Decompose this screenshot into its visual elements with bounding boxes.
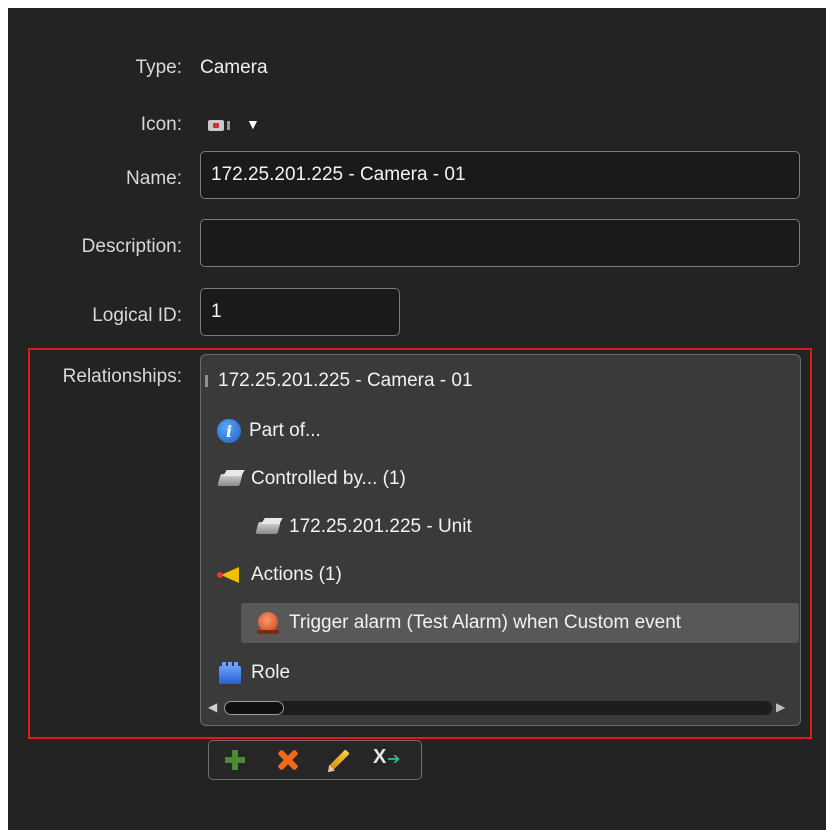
tree-item-role[interactable]: Role [217, 653, 290, 693]
delete-icon[interactable] [267, 745, 307, 775]
horizontal-scrollbar[interactable]: ◀ ▶ [208, 698, 792, 718]
camera-lens-icon [227, 121, 230, 130]
relationships-label: Relationships: [62, 366, 182, 387]
role-icon [217, 660, 243, 686]
info-icon: i [217, 419, 241, 443]
alarm-icon [255, 610, 281, 636]
properties-panel: Type: Camera Icon: ▼ Name: Description: … [8, 8, 826, 830]
scroll-track[interactable] [224, 701, 772, 715]
scroll-right-icon[interactable]: ▶ [776, 700, 785, 714]
relationships-toolbar: X ➔ [208, 740, 422, 780]
tree-item-trigger-alarm[interactable]: Trigger alarm (Test Alarm) when Custom e… [241, 603, 799, 643]
chevron-down-icon: ▼ [246, 116, 260, 132]
tree-item-controlled-by[interactable]: Controlled by... (1) [217, 459, 406, 499]
relationships-tree[interactable]: 172.25.201.225 - Camera - 01 i Part of..… [200, 354, 801, 726]
jump-to-icon[interactable]: X ➔ [369, 745, 409, 775]
icon-selector[interactable]: ▼ [208, 110, 268, 140]
tree-item-label: 172.25.201.225 - Camera - 01 [218, 370, 473, 391]
logical-id-label: Logical ID: [92, 305, 182, 326]
tree-item-label: Role [251, 662, 291, 683]
camera-icon [208, 120, 224, 131]
icon-label: Icon: [140, 114, 182, 135]
edit-icon[interactable] [319, 745, 359, 775]
name-field[interactable] [200, 151, 800, 199]
scroll-thumb[interactable] [224, 701, 284, 715]
tree-item-actions[interactable]: Actions (1) [217, 555, 342, 595]
tree-item-label: Actions (1) [251, 564, 342, 585]
unit-icon [255, 514, 281, 540]
tree-item-camera[interactable]: 172.25.201.225 - Camera - 01 [205, 361, 473, 401]
tree-item-label: 172.25.201.225 - Unit [289, 516, 472, 537]
type-value: Camera [200, 57, 268, 78]
logical-id-field[interactable] [200, 288, 400, 336]
jump-arrow-glyph: ➔ [387, 751, 401, 768]
tree-item-part-of[interactable]: i Part of... [217, 411, 321, 451]
unit-icon [217, 466, 243, 492]
scroll-left-icon[interactable]: ◀ [208, 700, 217, 714]
jump-x-glyph: X [373, 746, 387, 768]
description-field[interactable] [200, 219, 800, 267]
tree-item-label: Controlled by... (1) [251, 468, 406, 489]
tree-item-label: Trigger alarm (Test Alarm) when Custom e… [289, 612, 682, 633]
action-icon [217, 562, 243, 588]
tree-item-unit[interactable]: 172.25.201.225 - Unit [255, 507, 472, 547]
type-label: Type: [135, 57, 182, 78]
description-label: Description: [81, 236, 182, 257]
name-label: Name: [126, 168, 182, 189]
tree-item-label: Part of... [249, 420, 321, 441]
expand-arrow-icon [205, 375, 208, 387]
add-icon[interactable] [215, 745, 255, 775]
